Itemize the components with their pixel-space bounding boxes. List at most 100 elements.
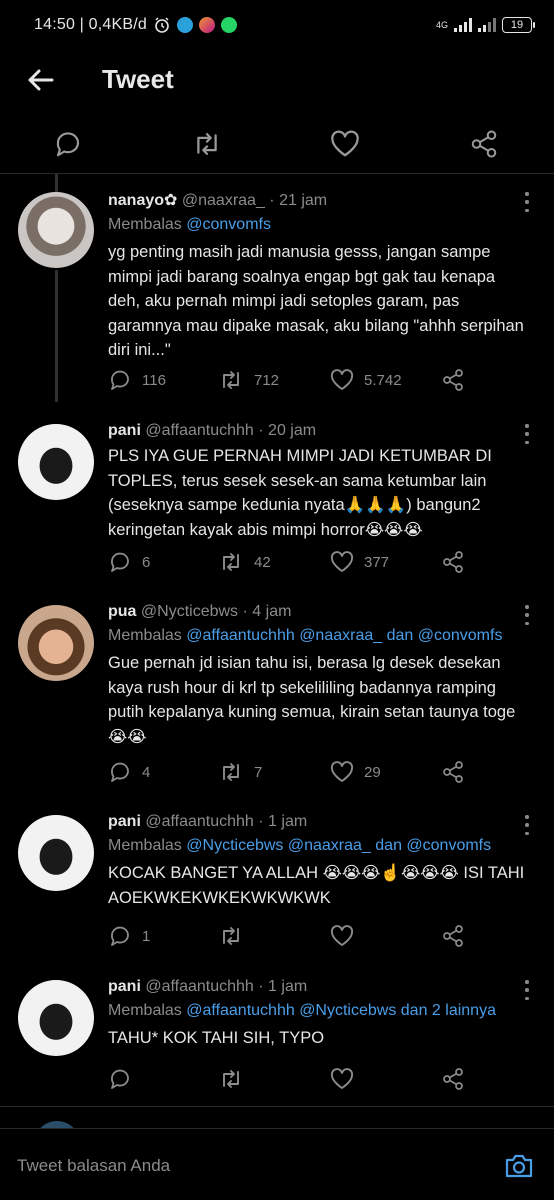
like-icon <box>330 551 354 572</box>
reply-input[interactable]: Tweet balasan Anda <box>17 1156 170 1176</box>
retweet-button[interactable]: 712 <box>218 367 279 393</box>
author-name[interactable]: pani <box>108 422 141 439</box>
camera-button[interactable] <box>502 1149 536 1183</box>
tweet-text: KOCAK BANGET YA ALLAH 😭😭😭☝️😭😭😭 ISI TAHI … <box>108 864 525 907</box>
like-button[interactable]: 377 <box>330 549 389 575</box>
share-button[interactable] <box>441 367 465 393</box>
author-handle: @affaantuchhh <box>145 422 254 439</box>
more-options-button[interactable] <box>524 980 530 1000</box>
reply-button[interactable] <box>108 1066 142 1092</box>
tweet-time: · 1 jam <box>258 813 308 830</box>
reply-button[interactable]: 116 <box>108 367 166 393</box>
like-button[interactable]: 29 <box>330 759 381 785</box>
share-button[interactable] <box>441 923 465 949</box>
reply-button[interactable]: 6 <box>108 549 150 575</box>
author-name[interactable]: pani <box>108 813 141 830</box>
like-button[interactable] <box>330 923 364 949</box>
reply-composer[interactable]: Tweet balasan Anda <box>0 1128 554 1200</box>
like-icon <box>331 130 359 157</box>
replying-to-link[interactable]: @convomfs <box>186 216 271 233</box>
reply-icon <box>56 132 80 157</box>
tweet-header: pani @affaantuchhh · 1 jam <box>108 813 530 831</box>
status-time: 14:50 | 0,4KB/d <box>34 16 148 33</box>
retweet-button[interactable]: 42 <box>218 549 271 575</box>
avatar[interactable] <box>18 192 94 268</box>
avatar[interactable] <box>18 980 94 1056</box>
author-name[interactable]: pani <box>108 978 141 995</box>
main-reply-button[interactable] <box>51 127 85 161</box>
retweet-count: 7 <box>254 763 263 781</box>
status-bar: 14:50 | 0,4KB/d 4G 19 <box>0 0 554 50</box>
like-count: 29 <box>364 763 381 781</box>
replying-to-label: Membalas <box>108 837 182 854</box>
author-handle: @naaxraa_ <box>181 192 265 209</box>
thread-connector <box>55 174 58 192</box>
reply-count: 4 <box>142 763 151 781</box>
tweet-time: · 21 jam <box>269 192 328 209</box>
like-button[interactable]: 5.742 <box>330 367 402 393</box>
reply-button[interactable]: 4 <box>108 759 150 785</box>
reply-count: 6 <box>142 553 151 571</box>
more-options-button[interactable] <box>524 815 530 835</box>
more-options-button[interactable] <box>524 605 530 625</box>
tweet-actions: 1 <box>108 923 488 949</box>
author-handle: @affaantuchhh <box>145 813 254 830</box>
author-handle: @Nycticebws <box>140 603 239 620</box>
main-share-button[interactable] <box>467 127 501 161</box>
share-button[interactable] <box>441 759 465 785</box>
tweet-actions: 6 42 377 <box>108 549 488 575</box>
reply-button[interactable]: 1 <box>108 923 150 949</box>
whatsapp-icon <box>221 17 238 33</box>
more-options-button[interactable] <box>524 424 530 444</box>
tweet-actions <box>108 1066 488 1092</box>
replying-to-label: Membalas <box>108 216 182 233</box>
reply-icon <box>111 1069 129 1089</box>
author-name[interactable]: nanayo✿ <box>108 192 177 209</box>
share-button[interactable] <box>441 1066 465 1092</box>
tweet-text: yg penting masih jadi manusia gesss, jan… <box>108 243 524 359</box>
retweet-button[interactable] <box>218 923 254 949</box>
replying-to-link[interactable]: @affaantuchhh @Nycticebws dan 2 lainnya <box>186 1002 496 1019</box>
retweet-icon <box>223 763 239 781</box>
main-retweet-button[interactable] <box>190 127 224 161</box>
signal-icon-2 <box>478 18 496 32</box>
author-name[interactable]: pua <box>108 603 136 620</box>
tweet-time: · 20 jam <box>258 422 317 439</box>
main-like-button[interactable] <box>328 127 362 161</box>
signal-icon <box>454 18 472 32</box>
back-button[interactable] <box>24 65 56 95</box>
replying-to-label: Membalas <box>108 1002 182 1019</box>
share-icon <box>443 551 463 573</box>
like-icon <box>330 925 354 946</box>
more-options-button[interactable] <box>524 192 530 212</box>
like-icon <box>330 369 354 390</box>
alarm-icon <box>155 17 169 33</box>
retweet-button[interactable]: 7 <box>218 759 262 785</box>
retweet-icon <box>197 133 217 155</box>
replying-to-link[interactable]: @Nycticebws @naaxraa_ dan @convomfs <box>186 837 491 854</box>
reply-icon <box>111 762 129 782</box>
avatar[interactable] <box>18 424 94 500</box>
avatar[interactable] <box>18 815 94 891</box>
share-icon <box>443 761 463 783</box>
battery-indicator: 19 <box>502 17 535 33</box>
share-button[interactable] <box>441 549 465 575</box>
instagram-icon <box>199 17 216 33</box>
reply-icon <box>111 552 129 572</box>
reply-count: 1 <box>142 927 151 945</box>
retweet-count: 42 <box>254 553 271 571</box>
thread-connector <box>55 270 58 402</box>
tweet-text: PLS IYA GUE PERNAH MIMPI JADI KETUMBAR D… <box>108 447 492 539</box>
next-tweet-peek <box>0 1106 554 1130</box>
tweet-header: pua @Nycticebws · 4 jam <box>108 603 530 621</box>
arrow-left-icon <box>28 69 54 91</box>
tweet-header: nanayo✿ @naaxraa_ · 21 jam <box>108 190 530 210</box>
share-icon <box>443 1068 463 1090</box>
replying-to-link[interactable]: @affaantuchhh @naaxraa_ dan @convomfs <box>186 627 502 644</box>
tweet-time: · 4 jam <box>242 603 292 620</box>
tweet-actions: 4 7 29 <box>108 759 488 785</box>
retweet-icon <box>223 553 239 571</box>
avatar[interactable] <box>18 605 94 681</box>
retweet-button[interactable] <box>218 1066 254 1092</box>
like-button[interactable] <box>330 1066 364 1092</box>
